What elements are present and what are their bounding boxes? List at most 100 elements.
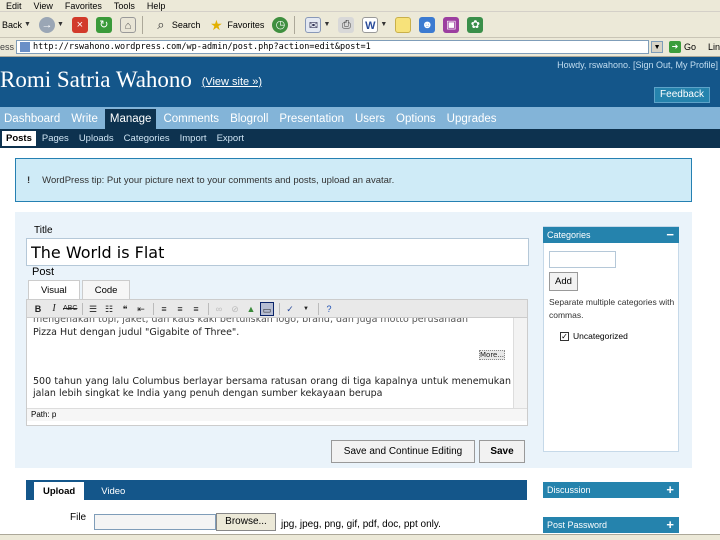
discussion-title: Discussion <box>547 485 591 495</box>
nav-dashboard[interactable]: Dashboard <box>0 109 64 129</box>
msn-button[interactable]: ✿ <box>465 14 485 36</box>
favorites-button[interactable]: ★ Favorites <box>206 14 266 36</box>
help-icon[interactable]: ? <box>322 302 336 316</box>
category-help-text: Separate multiple categories with commas… <box>549 297 675 320</box>
editor-toolbar: B I ABC ☰ ☷ ❝ ⇤ ≡ ≡ ≡ ∞ ⊘ ▲ ▭ ✓ ▼ ? <box>27 300 527 318</box>
discussion-header[interactable]: Discussion + <box>543 482 679 498</box>
bold-button[interactable]: B <box>31 302 45 316</box>
messenger-button[interactable]: ☻ <box>417 14 437 36</box>
plus-icon[interactable]: + <box>666 482 674 497</box>
strikethrough-button[interactable]: ABC <box>63 302 77 316</box>
editor-body[interactable]: mengenakan topi, jaket, dan kaus kaki be… <box>27 318 527 408</box>
unlink-icon[interactable]: ⊘ <box>228 302 242 316</box>
spellcheck-icon[interactable]: ✓ <box>283 302 297 316</box>
url-field[interactable]: http://rswahono.wordpress.com/wp-admin/p… <box>16 40 650 54</box>
numbered-list-button[interactable]: ☷ <box>102 302 116 316</box>
blockquote-button[interactable]: ❝ <box>118 302 132 316</box>
research-button[interactable]: ▣ <box>441 14 461 36</box>
post-password-header[interactable]: Post Password + <box>543 517 679 533</box>
nav-blogroll[interactable]: Blogroll <box>226 109 272 129</box>
stop-button[interactable]: × <box>70 14 90 36</box>
edit-button[interactable]: W ▼ <box>360 14 389 36</box>
post-password-title: Post Password <box>547 520 608 530</box>
feedback-button[interactable]: Feedback <box>654 87 710 103</box>
subnav-export[interactable]: Export <box>213 131 248 146</box>
nav-write[interactable]: Write <box>67 109 102 129</box>
tip-mark: ! <box>27 174 31 186</box>
nav-upgrades[interactable]: Upgrades <box>443 109 501 129</box>
mail-button[interactable]: ✉ ▼ <box>303 14 332 36</box>
toolbar-divider <box>294 15 296 34</box>
minus-icon[interactable]: − <box>666 227 674 242</box>
print-button[interactable]: ⎙ <box>336 14 356 36</box>
search-button[interactable]: ⌕ Search <box>151 14 203 36</box>
add-category-button[interactable]: Add <box>549 272 578 291</box>
rich-text-editor: B I ABC ☰ ☷ ❝ ⇤ ≡ ≡ ≡ ∞ ⊘ ▲ ▭ ✓ ▼ ? meng… <box>26 299 528 426</box>
chevron-down-icon[interactable]: ▼ <box>651 41 663 53</box>
more-break-button[interactable]: ▭ <box>260 301 274 316</box>
title-input[interactable] <box>31 239 528 265</box>
nav-comments[interactable]: Comments <box>159 109 223 129</box>
toolbar-divider <box>279 302 280 315</box>
tab-code[interactable]: Code <box>81 280 131 299</box>
subnav-pages[interactable]: Pages <box>38 131 73 146</box>
discuss-button[interactable] <box>393 14 413 36</box>
history-button[interactable]: ◷ <box>270 14 290 36</box>
image-icon[interactable]: ▲ <box>244 302 258 316</box>
view-site-link[interactable]: (View site ») <box>202 76 262 88</box>
back-label: Back <box>2 19 23 30</box>
editor-scrollbar[interactable] <box>513 318 527 408</box>
title-label: Title <box>34 225 53 236</box>
subnav-import[interactable]: Import <box>176 131 211 146</box>
note-icon <box>395 16 412 33</box>
upload-tabs: Upload Video <box>26 480 527 500</box>
save-continue-button[interactable]: Save and Continue Editing <box>331 440 475 463</box>
home-button[interactable]: ⌂ <box>118 14 138 36</box>
category-label: Uncategorized <box>573 331 628 341</box>
chevron-down-icon: ▼ <box>323 21 331 28</box>
new-category-input[interactable] <box>549 251 616 268</box>
nav-options[interactable]: Options <box>392 109 440 129</box>
align-center-button[interactable]: ≡ <box>173 302 187 316</box>
bullet-list-button[interactable]: ☰ <box>86 302 100 316</box>
link-icon[interactable]: ∞ <box>212 302 226 316</box>
chevron-down-icon[interactable]: ▼ <box>299 302 313 316</box>
save-button[interactable]: Save <box>479 440 525 463</box>
file-path-field[interactable] <box>94 514 216 530</box>
forward-button[interactable]: → ▼ <box>37 14 66 36</box>
outdent-button[interactable]: ⇤ <box>134 302 148 316</box>
menu-help[interactable]: Help <box>147 1 166 11</box>
subnav-categories[interactable]: Categories <box>120 131 174 146</box>
categories-title: Categories <box>547 230 591 240</box>
nav-manage[interactable]: Manage <box>104 109 157 129</box>
subnav-posts[interactable]: Posts <box>2 131 36 146</box>
title-field[interactable] <box>26 238 529 266</box>
menu-tools[interactable]: Tools <box>114 1 135 11</box>
browse-button[interactable]: Browse... <box>216 513 276 531</box>
subnav-uploads[interactable]: Uploads <box>75 131 118 146</box>
menu-edit[interactable]: Edit <box>6 1 22 11</box>
browser-menubar: Edit View Favorites Tools Help <box>0 0 720 12</box>
checkbox-checked[interactable]: ✓ <box>560 331 569 341</box>
nav-presentation[interactable]: Presentation <box>275 109 348 129</box>
align-left-button[interactable]: ≡ <box>157 302 171 316</box>
align-right-button[interactable]: ≡ <box>189 302 203 316</box>
tab-video[interactable]: Video <box>92 482 134 500</box>
nav-users[interactable]: Users <box>351 109 389 129</box>
back-button[interactable]: Back ▼ <box>0 14 33 36</box>
italic-button[interactable]: I <box>47 302 61 316</box>
links-label[interactable]: Lin <box>708 42 720 52</box>
categories-header[interactable]: Categories − <box>543 227 679 243</box>
msn-icon: ✿ <box>467 16 484 33</box>
menu-favorites[interactable]: Favorites <box>65 1 102 11</box>
stop-icon: × <box>71 16 88 33</box>
plus-icon[interactable]: + <box>666 517 674 532</box>
tab-upload[interactable]: Upload <box>34 482 85 500</box>
tip-text: WordPress tip: Put your picture next to … <box>42 174 395 186</box>
menu-view[interactable]: View <box>34 1 53 11</box>
post-label: Post <box>32 266 55 278</box>
category-uncategorized[interactable]: ✓ Uncategorized <box>560 331 628 341</box>
go-button[interactable]: ➜ Go <box>668 41 696 53</box>
tab-visual[interactable]: Visual <box>28 280 80 299</box>
refresh-button[interactable]: ↻ <box>94 14 114 36</box>
